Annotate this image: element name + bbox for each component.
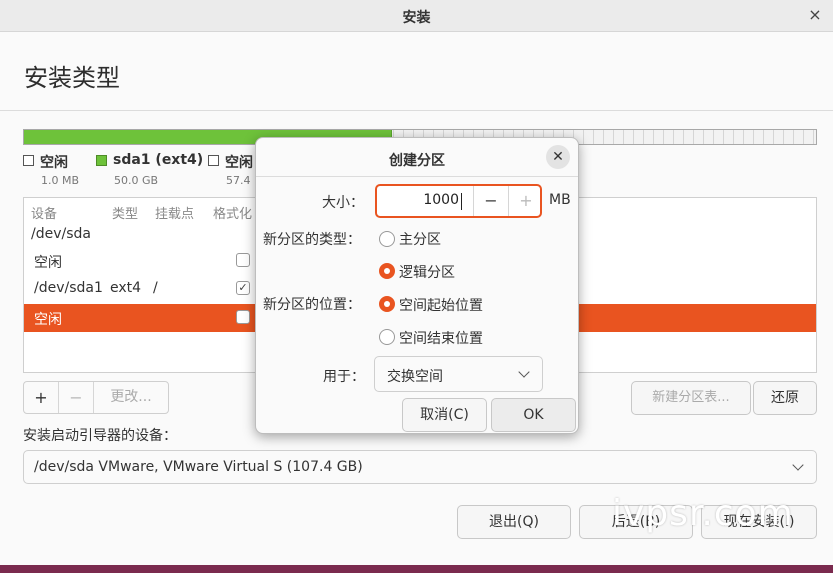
change-partition-button[interactable]: 更改...: [94, 382, 168, 413]
radio-location-start-label[interactable]: 空间起始位置: [399, 295, 483, 315]
page-title: 安装类型: [24, 64, 120, 92]
size-spinbutton[interactable]: 1000 − +: [375, 184, 542, 218]
create-partition-dialog: 创建分区 ✕ 大小： 1000 − + MB 新分区的类型： 主分区 逻辑分区 …: [255, 137, 579, 434]
revert-button[interactable]: 还原: [753, 381, 817, 415]
size-input[interactable]: 1000: [383, 192, 459, 208]
legend-name: 空闲: [40, 155, 68, 171]
radio-primary-label[interactable]: 主分区: [399, 229, 441, 249]
radio-logical-label[interactable]: 逻辑分区: [399, 262, 455, 282]
chevron-down-icon: [518, 366, 530, 378]
partition-location-label: 新分区的位置：: [263, 297, 361, 313]
format-checkbox-checked[interactable]: ✓: [236, 281, 250, 295]
legend-name: 空闲: [225, 155, 253, 171]
window-title: 安装: [402, 10, 431, 26]
use-as-label: 用于：: [323, 369, 365, 385]
boot-device-select[interactable]: /dev/sda VMware, VMware Virtual S (107.4…: [23, 450, 817, 484]
row-device: 空闲: [34, 255, 62, 271]
header-type[interactable]: 类型: [112, 203, 138, 222]
format-checkbox[interactable]: [236, 310, 250, 324]
boot-device-value: /dev/sda VMware, VMware Virtual S (107.4…: [34, 459, 363, 475]
row-device: /dev/sda: [31, 226, 91, 242]
legend-swatch-empty: [208, 155, 219, 166]
ok-button[interactable]: OK: [491, 398, 576, 432]
header-divider: [0, 110, 833, 111]
legend-name: sda1 (ext4): [113, 152, 204, 168]
row-device: 空闲: [34, 312, 62, 328]
remove-partition-button[interactable]: −: [59, 382, 93, 413]
radio-logical[interactable]: [379, 263, 395, 279]
row-device: /dev/sda1: [34, 280, 103, 296]
size-unit: MB: [549, 192, 571, 208]
use-as-select[interactable]: 交换空间: [374, 356, 543, 392]
header-format[interactable]: 格式化: [213, 203, 252, 222]
boot-device-label: 安装启动引导器的设备：: [23, 428, 177, 444]
radio-location-end-label[interactable]: 空间结束位置: [399, 328, 483, 348]
quit-button[interactable]: 退出(Q): [457, 505, 571, 539]
row-type: ext4: [110, 280, 142, 296]
legend-size: 1.0 MB: [41, 174, 80, 187]
legend-swatch-green: [96, 155, 107, 166]
header-mount[interactable]: 挂载点: [155, 203, 194, 222]
use-as-value: 交换空间: [387, 369, 443, 385]
window-close-icon[interactable]: ×: [805, 5, 825, 25]
header-device[interactable]: 设备: [31, 203, 57, 222]
radio-location-start[interactable]: [379, 296, 395, 312]
legend-swatch-empty: [23, 155, 34, 166]
legend-size: 50.0 GB: [114, 174, 159, 187]
radio-primary[interactable]: [379, 231, 395, 247]
size-decrement-button[interactable]: −: [473, 186, 508, 216]
row-mount: /: [153, 280, 158, 296]
dialog-divider: [256, 176, 578, 177]
watermark: ivpsr.com: [612, 493, 794, 534]
dialog-title: 创建分区: [389, 153, 445, 169]
partition-toolbar: + − 更改...: [23, 381, 169, 414]
chevron-down-icon: [792, 459, 804, 471]
dialog-close-icon[interactable]: ✕: [546, 145, 570, 169]
size-label: 大小：: [322, 195, 364, 211]
text-caret: [461, 193, 462, 210]
size-increment-button[interactable]: +: [508, 186, 543, 216]
cancel-button[interactable]: 取消(C): [402, 398, 487, 432]
add-partition-button[interactable]: +: [24, 382, 58, 413]
radio-location-end[interactable]: [379, 329, 395, 345]
new-partition-table-button[interactable]: 新建分区表...: [631, 381, 751, 415]
format-checkbox[interactable]: [236, 253, 250, 267]
legend-size: 57.4: [226, 174, 251, 187]
partition-type-label: 新分区的类型：: [263, 232, 361, 248]
title-bar: 安装 ×: [0, 0, 833, 32]
